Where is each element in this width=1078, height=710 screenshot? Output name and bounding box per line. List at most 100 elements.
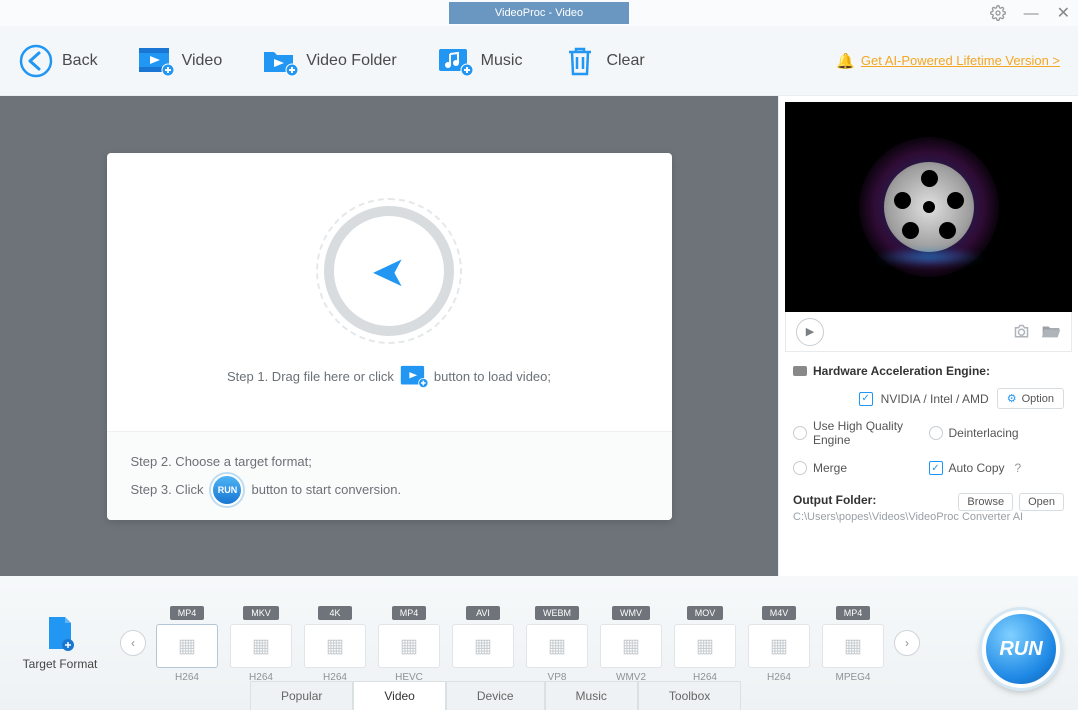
- add-video-button[interactable]: Video: [138, 43, 223, 79]
- format-thumb-icon: ▦: [156, 624, 218, 668]
- format-item[interactable]: MKV▦H264: [230, 603, 292, 683]
- format-badge: MP4: [836, 606, 871, 620]
- preview-pane: [785, 102, 1072, 312]
- format-badge: MKV: [243, 606, 279, 620]
- format-thumb-icon: ▦: [600, 624, 662, 668]
- format-item[interactable]: MP4▦HEVC: [378, 603, 440, 683]
- format-item[interactable]: WMV▦WMV2: [600, 603, 662, 683]
- format-item[interactable]: AVI▦: [452, 603, 514, 683]
- category-tab[interactable]: Music: [545, 681, 638, 710]
- format-thumb-icon: ▦: [526, 624, 588, 668]
- gear-icon: ⚙: [1007, 392, 1017, 405]
- video-folder-icon: [262, 43, 298, 79]
- clear-button[interactable]: Clear: [562, 43, 644, 79]
- browse-button[interactable]: Browse: [958, 493, 1013, 511]
- format-badge: WMV: [612, 606, 650, 620]
- drop-card: ➤ Step 1. Drag file here or click button…: [107, 153, 672, 520]
- target-format-button[interactable]: Target Format: [0, 615, 120, 671]
- format-item[interactable]: M4V▦H264: [748, 603, 810, 683]
- category-tab[interactable]: Device: [446, 681, 545, 710]
- format-item[interactable]: MOV▦H264: [674, 603, 736, 683]
- deinterlace-checkbox[interactable]: ✓: [929, 426, 943, 440]
- output-folder-path: C:\Users\popes\Videos\VideoProc Converte…: [793, 511, 1064, 523]
- merge-label: Merge: [813, 461, 847, 475]
- target-format-icon: [45, 615, 75, 651]
- play-button[interactable]: ▶: [796, 318, 824, 346]
- deinterlace-label: Deinterlacing: [949, 426, 1019, 440]
- promo-link[interactable]: Get AI-Powered Lifetime Version >: [861, 53, 1060, 68]
- step2-text: Step 2. Choose a target format;: [131, 454, 312, 469]
- toolbar: Back Video Video Folder Music Clear 🔔 Ge…: [0, 26, 1078, 96]
- open-folder-icon[interactable]: [1041, 324, 1061, 339]
- drop-area[interactable]: ➤ Step 1. Drag file here or click button…: [0, 96, 778, 576]
- video-icon: [138, 43, 174, 79]
- step3-text-a: Step 3. Click: [131, 482, 204, 497]
- hw-checkbox[interactable]: ✓: [859, 392, 873, 406]
- format-badge: WEBM: [535, 606, 579, 620]
- format-thumb-icon: ▦: [378, 624, 440, 668]
- output-folder-label: Output Folder:: [793, 493, 876, 507]
- hw-title: Hardware Acceleration Engine:: [813, 364, 990, 378]
- bell-icon: 🔔: [836, 52, 855, 70]
- format-codec: MPEG4: [822, 672, 884, 683]
- open-button[interactable]: Open: [1019, 493, 1064, 511]
- hw-vendors: NVIDIA / Intel / AMD: [881, 392, 989, 406]
- sidebar: ▶ Hardware Acceleration Engine: ✓ NVIDIA…: [778, 96, 1078, 576]
- autocopy-label: Auto Copy: [949, 461, 1005, 475]
- format-codec: H264: [156, 672, 218, 683]
- add-music-button[interactable]: Music: [437, 43, 523, 79]
- step1-text-b: button to load video;: [434, 369, 551, 384]
- step3-text-b: button to start conversion.: [251, 482, 401, 497]
- category-tab[interactable]: Toolbox: [638, 681, 741, 710]
- format-badge: 4K: [318, 606, 352, 620]
- format-item[interactable]: WEBM▦VP8: [526, 603, 588, 683]
- format-badge: MP4: [392, 606, 427, 620]
- format-badge: M4V: [762, 606, 797, 620]
- music-icon: [437, 43, 473, 79]
- format-item[interactable]: 4K▦H264: [304, 603, 366, 683]
- formats-next-button[interactable]: ›: [894, 630, 920, 656]
- reel-logo-icon: [884, 162, 974, 252]
- music-label: Music: [481, 52, 523, 70]
- hw-accel-panel: Hardware Acceleration Engine: ✓ NVIDIA /…: [779, 352, 1078, 487]
- format-thumb-icon: ▦: [748, 624, 810, 668]
- back-button[interactable]: Back: [18, 43, 98, 79]
- snapshot-icon[interactable]: [1012, 324, 1031, 339]
- hw-option-button[interactable]: ⚙ Option: [997, 388, 1064, 409]
- format-item[interactable]: MP4 ▦ MPEG4: [822, 603, 884, 683]
- formats-prev-button[interactable]: ‹: [120, 630, 146, 656]
- format-thumb-icon: ▦: [822, 624, 884, 668]
- hq-checkbox[interactable]: ✓: [793, 426, 807, 440]
- cursor-arrow-icon: ➤: [371, 247, 406, 296]
- trash-icon: [562, 43, 598, 79]
- format-category-tabs: PopularVideoDeviceMusicToolbox: [250, 681, 741, 710]
- hq-label: Use High Quality Engine: [813, 419, 929, 447]
- back-label: Back: [62, 52, 98, 70]
- video-label: Video: [182, 52, 223, 70]
- autocopy-checkbox[interactable]: ✓: [929, 461, 943, 475]
- format-thumb-icon: ▦: [230, 624, 292, 668]
- minimize-icon[interactable]: —: [1024, 5, 1039, 22]
- preview-controls: ▶: [785, 312, 1072, 352]
- format-badge: MP4: [170, 606, 205, 620]
- back-icon: [18, 43, 54, 79]
- settings-icon[interactable]: [990, 5, 1006, 21]
- add-video-folder-button[interactable]: Video Folder: [262, 43, 396, 79]
- format-badge: AVI: [466, 606, 500, 620]
- category-tab[interactable]: Video: [353, 681, 445, 710]
- formats-bar: Target Format ‹ MP4 ▦ H264 MKV ▦ H264 4K▦H264 M…: [0, 576, 1078, 710]
- video-folder-label: Video Folder: [306, 52, 396, 70]
- step1-text-a: Step 1. Drag file here or click: [227, 369, 394, 384]
- format-badge: MOV: [687, 606, 724, 620]
- close-icon[interactable]: ✕: [1057, 3, 1070, 23]
- run-button[interactable]: RUN: [982, 610, 1060, 688]
- promo-banner[interactable]: 🔔 Get AI-Powered Lifetime Version >: [836, 52, 1060, 70]
- category-tab[interactable]: Popular: [250, 681, 353, 710]
- format-item[interactable]: MP4 ▦ H264: [156, 603, 218, 683]
- help-icon[interactable]: ?: [1015, 461, 1022, 475]
- window-title: VideoProc - Video: [449, 2, 629, 24]
- chip-icon: [793, 366, 807, 376]
- merge-checkbox[interactable]: ✓: [793, 461, 807, 475]
- titlebar: VideoProc - Video — ✕: [0, 0, 1078, 26]
- output-folder-panel: Output Folder: Browse Open C:\Users\pope…: [779, 487, 1078, 533]
